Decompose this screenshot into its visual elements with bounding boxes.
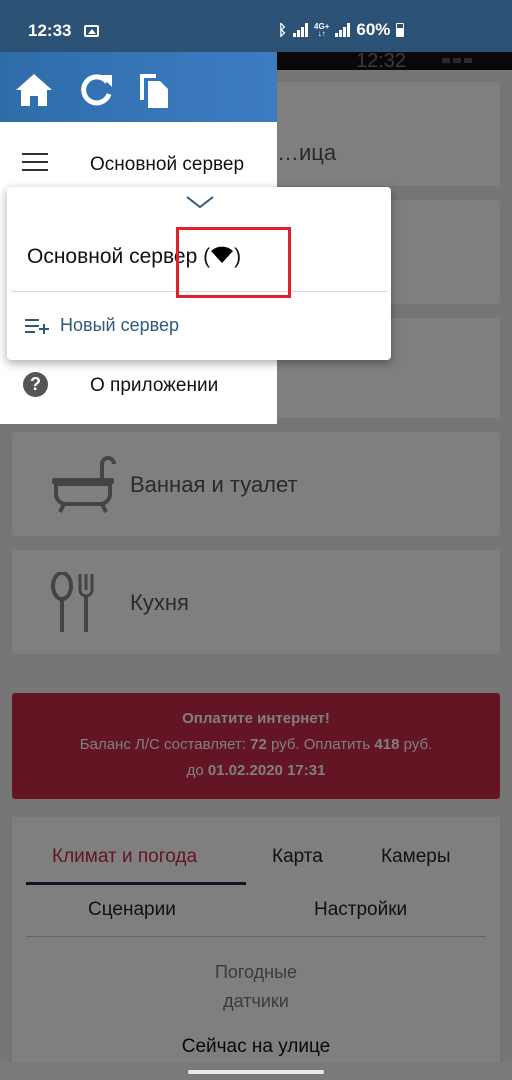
new-server-button[interactable]: Новый сервер (25, 315, 179, 336)
system-status-bar: 12:33 ᛒ 4G+ ↓↑ 60% (0, 0, 512, 52)
playlist-add-icon (25, 318, 49, 334)
battery-icon (396, 23, 405, 37)
status-icons: ᛒ 4G+ ↓↑ 60% (278, 20, 405, 40)
home-handle[interactable] (188, 1070, 324, 1074)
signal-icon-2 (335, 23, 351, 37)
status-time: 12:33 (28, 21, 72, 40)
drawer-item-label: Основной сервер (90, 154, 245, 175)
drawer-item-label: О приложении (90, 375, 219, 396)
highlight-box (176, 227, 291, 298)
chevron-down-icon[interactable] (185, 195, 215, 209)
copy-icon[interactable] (134, 70, 174, 110)
new-server-label: Новый сервер (60, 315, 179, 335)
drawer-header (0, 52, 277, 122)
help-icon: ? (23, 372, 48, 397)
gesture-nav-bar (0, 1062, 512, 1080)
screen: 12:32 …ица Ванная и туалет Кухня (0, 0, 512, 1080)
menu-icon (22, 153, 48, 177)
network-type-icon: 4G+ ↓↑ (314, 22, 330, 38)
gallery-notification-icon (84, 25, 99, 37)
signal-icon (293, 23, 309, 37)
bluetooth-icon: ᛒ (278, 21, 288, 39)
refresh-icon[interactable] (76, 70, 116, 110)
home-icon[interactable] (14, 70, 54, 110)
battery-percent: 60% (356, 20, 391, 39)
